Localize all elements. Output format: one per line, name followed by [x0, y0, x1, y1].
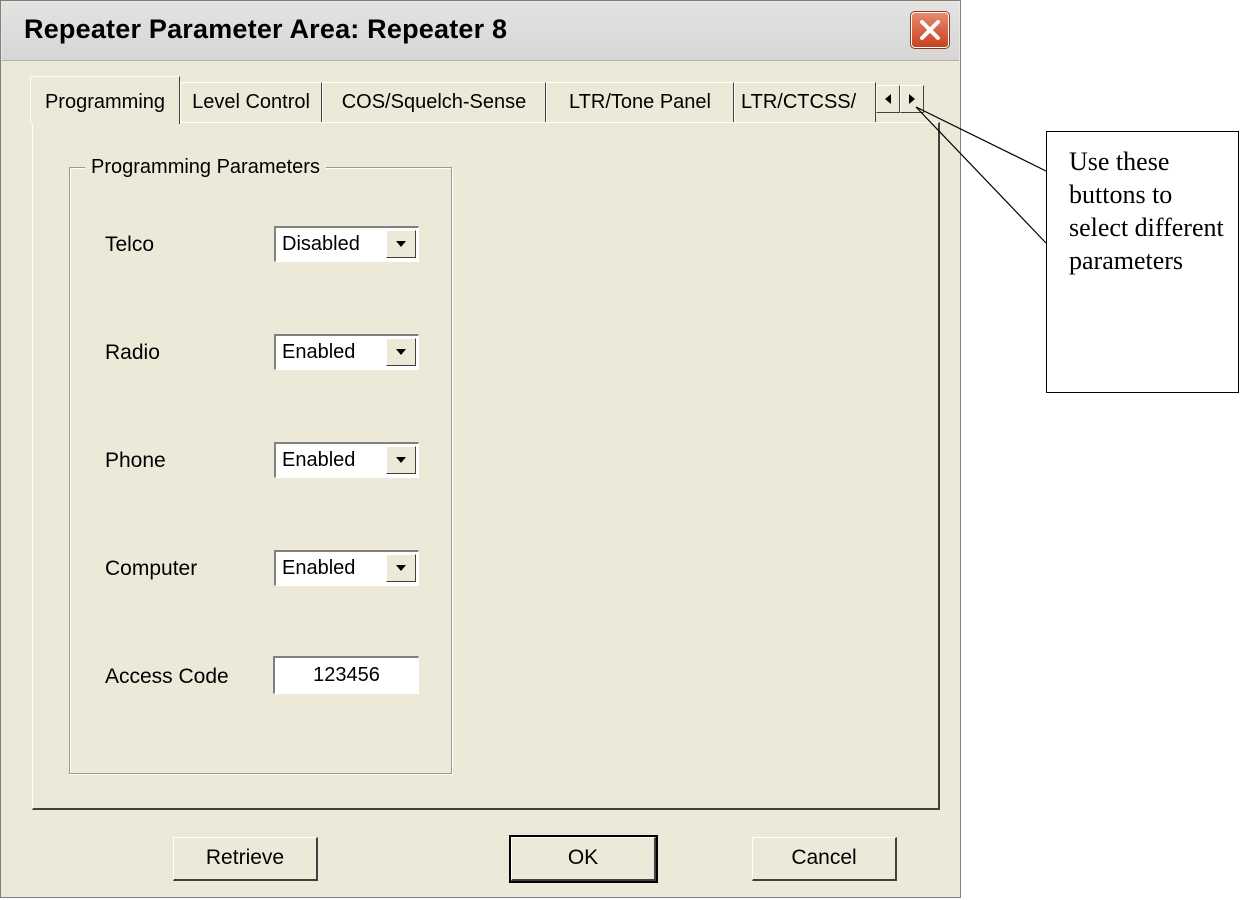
- annotation-callout: Use these buttons to select different pa…: [1046, 131, 1239, 393]
- annotation-text: Use these buttons to select different pa…: [1069, 147, 1224, 275]
- tab-label: Programming: [44, 91, 166, 113]
- tab-programming[interactable]: Programming: [30, 76, 180, 124]
